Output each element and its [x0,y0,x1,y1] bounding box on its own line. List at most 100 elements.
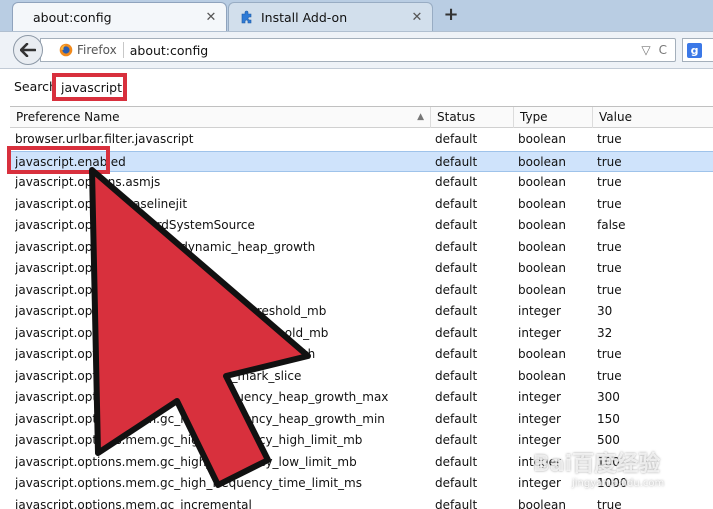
cell-status: default [435,497,478,509]
tab-label: about:config [33,9,112,25]
table-row[interactable]: javascript.options.asmjs default boolean tr… [10,172,713,194]
cell-type: boolean [518,497,566,509]
cell-status: default [435,282,478,297]
about-config-page: Search: Preference Name ▲ Status Type Va… [0,70,713,509]
table-row[interactable]: javascript.options.baselinejit default boo… [10,194,713,216]
cell-name: javascript.options.mem.gc_incremental [15,497,252,509]
cell-status: default [435,433,478,447]
cell-name: javascript.options.discardSystemSource [15,218,255,232]
cell-status: default [435,175,478,189]
cell-type: integer [518,325,561,340]
new-tab-button[interactable]: + [440,4,462,26]
cell-type: boolean [518,261,566,275]
cell-value: 32 [597,325,613,340]
cell-type: boolean [518,154,566,169]
search-input[interactable] [52,73,127,101]
back-button[interactable] [13,35,43,65]
table-row[interactable]: javascript.options.mem.gc_dynamic_mark_s… [10,366,713,388]
column-header-value[interactable]: Value [593,107,713,128]
cell-status: default [435,304,478,318]
table-header: Preference Name ▲ Status Type Value [10,107,713,128]
back-arrow-icon [20,43,36,57]
table-row[interactable]: javascript.options.mem.gc_high_frequency… [10,409,713,431]
cell-value: 30 [597,304,613,318]
cell-value: true [597,282,622,297]
cell-type: boolean [518,132,566,146]
tab-label: Install Add-on [261,9,348,25]
cell-name: javascript.options.mem.gc_high_frequency… [15,454,357,469]
table-row[interactable]: javascript.options.mem.gc_incremental def… [10,495,713,509]
cell-value: 150 [597,411,620,426]
cell-type: boolean [518,368,566,383]
annotation-highlight-box [7,146,110,174]
cell-value: true [597,196,622,211]
cell-status: default [435,347,478,361]
column-header-type[interactable]: Type [514,107,593,128]
firefox-icon [59,43,73,57]
sort-ascending-icon: ▲ [417,112,424,122]
cell-name: javascript.options.mem.gc_allocation_thr… [15,304,327,318]
cell-status: default [435,411,478,426]
column-header-name[interactable]: Preference Name ▲ [10,107,431,128]
table-row[interactable]: javascript.options.mem.gc_high_frequency… [10,387,713,409]
cell-status: default [435,261,478,275]
cell-type: integer [518,411,561,426]
cell-value: true [597,497,622,509]
reload-icon[interactable]: C [659,43,667,57]
cell-type: boolean [518,196,566,211]
puzzle-piece-icon [241,10,252,24]
cell-type: boolean [518,218,566,232]
cell-status: default [435,218,478,232]
cell-status: default [435,132,478,146]
column-header-status[interactable]: Status [431,107,514,128]
identity-label: Firefox [77,43,117,57]
cell-status: default [435,368,478,383]
cell-name: javascript.options.mem.gc_high_frequency… [15,390,389,404]
google-icon: g [687,42,702,58]
url-text[interactable]: about:config [124,43,642,58]
cell-value: true [597,368,622,383]
cell-status: default [435,325,478,340]
cell-name: javascript.options.baselinejit [15,196,188,211]
search-row: Search: [0,70,713,106]
cell-status: default [435,196,478,211]
tab-strip: about:config ✕ Install Add-on ✕ + [0,0,713,31]
cell-name: javascript.options.mem.gc_dynamic_heap_g… [15,239,316,254]
cell-name: javascript.options.asmjs [15,175,161,189]
close-icon[interactable]: ✕ [204,10,218,25]
cell-value: true [597,261,622,275]
cell-status: default [435,239,478,254]
search-engine-selector[interactable]: g [682,38,713,62]
cell-type: integer [518,390,561,404]
cell-status: default [435,476,478,490]
tab-about-config[interactable]: about:config ✕ [12,2,227,31]
cell-name: javascript.options.mem.gc_high_frequency… [15,433,363,447]
cell-value: false [597,218,626,232]
url-bar[interactable]: Firefox about:config ▽ C [40,38,676,62]
cell-name: javascript.options.mem.gc_dynamic_heap_g… [15,347,316,361]
table-row[interactable]: javascript.options.jit_hardening default b… [10,280,713,302]
table-row[interactable]: browser.urlbar.filter.javascript default b… [10,129,713,151]
cell-value: true [597,154,622,169]
cell-value: true [597,175,622,189]
cell-type: integer [518,304,561,318]
cell-value: 300 [597,390,620,404]
table-row[interactable]: javascript.enabled default boolean true [10,150,713,172]
cell-type: boolean [518,347,566,361]
cell-status: default [435,390,478,404]
cell-name: javascript.options.mem.gc_dynamic_mark_s… [15,368,302,383]
table-row[interactable]: javascript.options.ion default boolean true [10,258,713,280]
tab-install-addon[interactable]: Install Add-on ✕ [228,2,433,31]
cell-status: default [435,154,478,169]
cell-name: javascript.options.mem.gc_decommit_thres… [15,325,329,340]
table-row[interactable]: javascript.options.mem.gc_dynamic_heap_g… [10,344,713,366]
close-icon[interactable]: ✕ [410,10,424,25]
cell-type: boolean [518,282,566,297]
table-row[interactable]: javascript.options.mem.gc_allocation_thr… [10,301,713,323]
table-row[interactable]: javascript.options.mem.gc_dynamic_heap_g… [10,237,713,259]
table-row[interactable]: javascript.options.mem.gc_decommit_thres… [10,323,713,345]
history-dropdown-icon[interactable]: ▽ [641,43,650,57]
table-row[interactable]: javascript.options.discardSystemSource de… [10,215,713,237]
cell-name: javascript.options.jit_hardening [15,282,204,297]
site-identity[interactable]: Firefox [51,42,124,58]
